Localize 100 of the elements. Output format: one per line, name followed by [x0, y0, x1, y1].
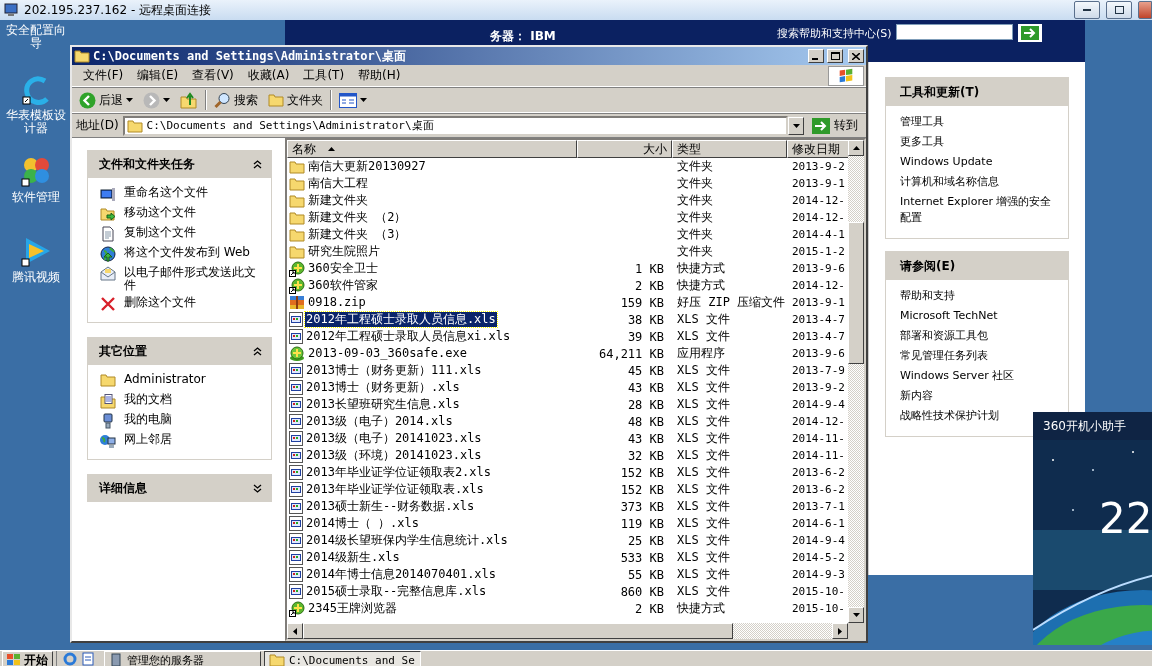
file-name[interactable]: 2013-09-03_360safe.exe: [307, 346, 468, 361]
desktop-icon-label[interactable]: 软件管理: [3, 191, 69, 204]
task-link[interactable]: 我的电脑: [100, 413, 263, 429]
scroll-up-button[interactable]: [848, 140, 864, 156]
scroll-right-button[interactable]: [832, 623, 848, 639]
panel-link[interactable]: 管理工具: [900, 114, 1054, 130]
panel-link[interactable]: Internet Explorer 增强的安全配置: [900, 194, 1054, 226]
forward-button[interactable]: [140, 91, 173, 109]
panel-header[interactable]: 详细信息: [87, 474, 272, 502]
document-icon: [100, 226, 116, 242]
file-name[interactable]: 2012年工程硕士录取人员信息xi.xls: [305, 329, 512, 344]
file-name[interactable]: 360安全卫士: [307, 261, 379, 276]
task-link[interactable]: 删除这个文件: [100, 296, 263, 312]
panel-link[interactable]: Microsoft TechNet: [900, 308, 1054, 324]
size-grip[interactable]: [848, 623, 864, 639]
desktop-icon-label[interactable]: 腾讯视频: [3, 271, 69, 284]
panel-link[interactable]: 部署和资源工具包: [900, 328, 1054, 344]
file-name[interactable]: 2014博士（ ）.xls: [305, 516, 421, 531]
panel-link[interactable]: Windows Update: [900, 154, 1054, 170]
dropdown-button[interactable]: [788, 116, 804, 135]
search-field[interactable]: [895, 24, 1013, 40]
file-name[interactable]: 新建文件夹: [307, 193, 369, 208]
file-name[interactable]: 2014级新生.xls: [305, 550, 401, 565]
start-button[interactable]: 开始: [2, 651, 53, 666]
column-header[interactable]: 名称: [287, 140, 577, 158]
right-arrow-icon: [838, 627, 842, 635]
file-size: 64,211 KB: [598, 346, 664, 361]
column-header[interactable]: 修改日期: [787, 140, 848, 158]
file-name[interactable]: 2014级长望班保内学生信息统计.xls: [305, 533, 509, 548]
task-link[interactable]: 以电子邮件形式发送此文件: [100, 266, 263, 292]
back-button[interactable]: 后退: [76, 91, 136, 109]
go-button[interactable]: [1017, 24, 1042, 42]
menu-item[interactable]: 收藏(A): [240, 67, 297, 84]
file-name[interactable]: 新建文件夹 （2）: [307, 210, 408, 225]
menu-item[interactable]: 查看(V): [185, 67, 241, 84]
file-name[interactable]: 2015硕士录取--完整信息库.xls: [305, 584, 488, 599]
file-name[interactable]: 2013级（电子）2014.xls: [305, 414, 454, 429]
task-link[interactable]: 重命名这个文件: [100, 186, 263, 202]
restore-button[interactable]: [1106, 1, 1132, 19]
search-button[interactable]: 搜索: [211, 91, 261, 109]
panel-link[interactable]: 计算机和域名称信息: [900, 174, 1054, 190]
file-name[interactable]: 2012年工程硕士录取人员信息.xls: [305, 312, 497, 327]
file-size: 860 KB: [620, 584, 664, 599]
go-button[interactable]: 转到: [808, 117, 862, 134]
scrollbar-thumb[interactable]: [848, 222, 864, 364]
maximize-button[interactable]: [827, 49, 843, 63]
panel-link[interactable]: Windows Server 社区: [900, 368, 1054, 384]
panel-link[interactable]: 新内容: [900, 388, 1054, 404]
desktop-icon-label[interactable]: 华表模板设计器: [3, 109, 69, 135]
panel-link[interactable]: 常见管理任务列表: [900, 348, 1054, 364]
file-name[interactable]: 南信大更新20130927: [307, 159, 427, 174]
menu-item[interactable]: 文件(F): [76, 67, 131, 84]
task-link[interactable]: 网上邻居: [100, 433, 263, 449]
task-link[interactable]: 复制这个文件: [100, 226, 263, 242]
taskbar-button[interactable]: 管理您的服务器: [104, 651, 261, 666]
file-date: 2014-9-4: [792, 398, 845, 411]
menu-item[interactable]: 编辑(E): [130, 67, 186, 84]
file-name[interactable]: 2013年毕业证学位证领取表.xls: [305, 482, 485, 497]
task-link[interactable]: 我的文档: [100, 393, 263, 409]
task-link[interactable]: Administrator: [100, 373, 263, 389]
window-title: 202.195.237.162 - 远程桌面连接: [24, 1, 213, 19]
taskbar-button[interactable]: C:\Documents and Se: [264, 651, 421, 666]
menu-item[interactable]: 帮助(H): [351, 67, 408, 84]
file-name[interactable]: 2013长望班研究生信息.xls: [305, 397, 461, 412]
address-field[interactable]: C:\Documents and Settings\Administrator\桌面: [122, 115, 788, 136]
file-date: 2015-10-: [792, 585, 845, 598]
file-name[interactable]: 新建文件夹 （3）: [307, 227, 408, 242]
file-name[interactable]: 2013级（环境）20141023.xls: [305, 448, 483, 463]
task-link[interactable]: 将这个文件发布到 Web: [100, 246, 263, 262]
file-name[interactable]: 360软件管家: [307, 278, 379, 293]
file-name[interactable]: 2345王牌浏览器: [307, 601, 398, 616]
file-name[interactable]: 研究生院照片: [307, 244, 381, 259]
file-name[interactable]: 南信大工程: [307, 176, 369, 191]
desktop-icon-label[interactable]: 安全配置向导: [3, 24, 69, 50]
menu-item[interactable]: 工具(T): [296, 67, 352, 84]
scroll-down-button[interactable]: [848, 607, 864, 623]
scroll-left-button[interactable]: [287, 623, 303, 639]
file-name[interactable]: 2013年毕业证学位证领取表2.xls: [305, 465, 493, 480]
document-icon[interactable]: [81, 652, 95, 666]
spreadsheet-icon: [289, 499, 303, 514]
column-header[interactable]: 大小: [577, 140, 672, 158]
file-type: 应用程序: [677, 346, 725, 360]
file-name[interactable]: 2013级（电子）20141023.xls: [305, 431, 483, 446]
minimize-button[interactable]: [1074, 1, 1100, 19]
file-name[interactable]: 0918.zip: [307, 295, 367, 310]
file-date: 2013-4-7: [792, 313, 845, 326]
panel-link[interactable]: 帮助和支持: [900, 288, 1054, 304]
file-name[interactable]: 2013硕士新生--财务数据.xls: [305, 499, 476, 514]
file-name[interactable]: 2013博士（财务更新）.xls: [305, 380, 461, 395]
folders-button[interactable]: 文件夹: [265, 91, 326, 109]
file-name[interactable]: 2014年博士信息2014070401.xls: [305, 567, 498, 582]
task-link[interactable]: 移动这个文件: [100, 206, 263, 222]
views-button[interactable]: [336, 92, 370, 108]
scrollbar-thumb[interactable]: [303, 623, 733, 639]
file-size: 38 KB: [627, 312, 664, 327]
column-header[interactable]: 类型: [672, 140, 787, 158]
file-name[interactable]: 2013博士（财务更新）111.xls: [305, 363, 483, 378]
panel-header[interactable]: 其它位置: [87, 337, 272, 365]
panel-link[interactable]: 更多工具: [900, 134, 1054, 150]
panel-header[interactable]: 文件和文件夹任务: [87, 150, 272, 178]
